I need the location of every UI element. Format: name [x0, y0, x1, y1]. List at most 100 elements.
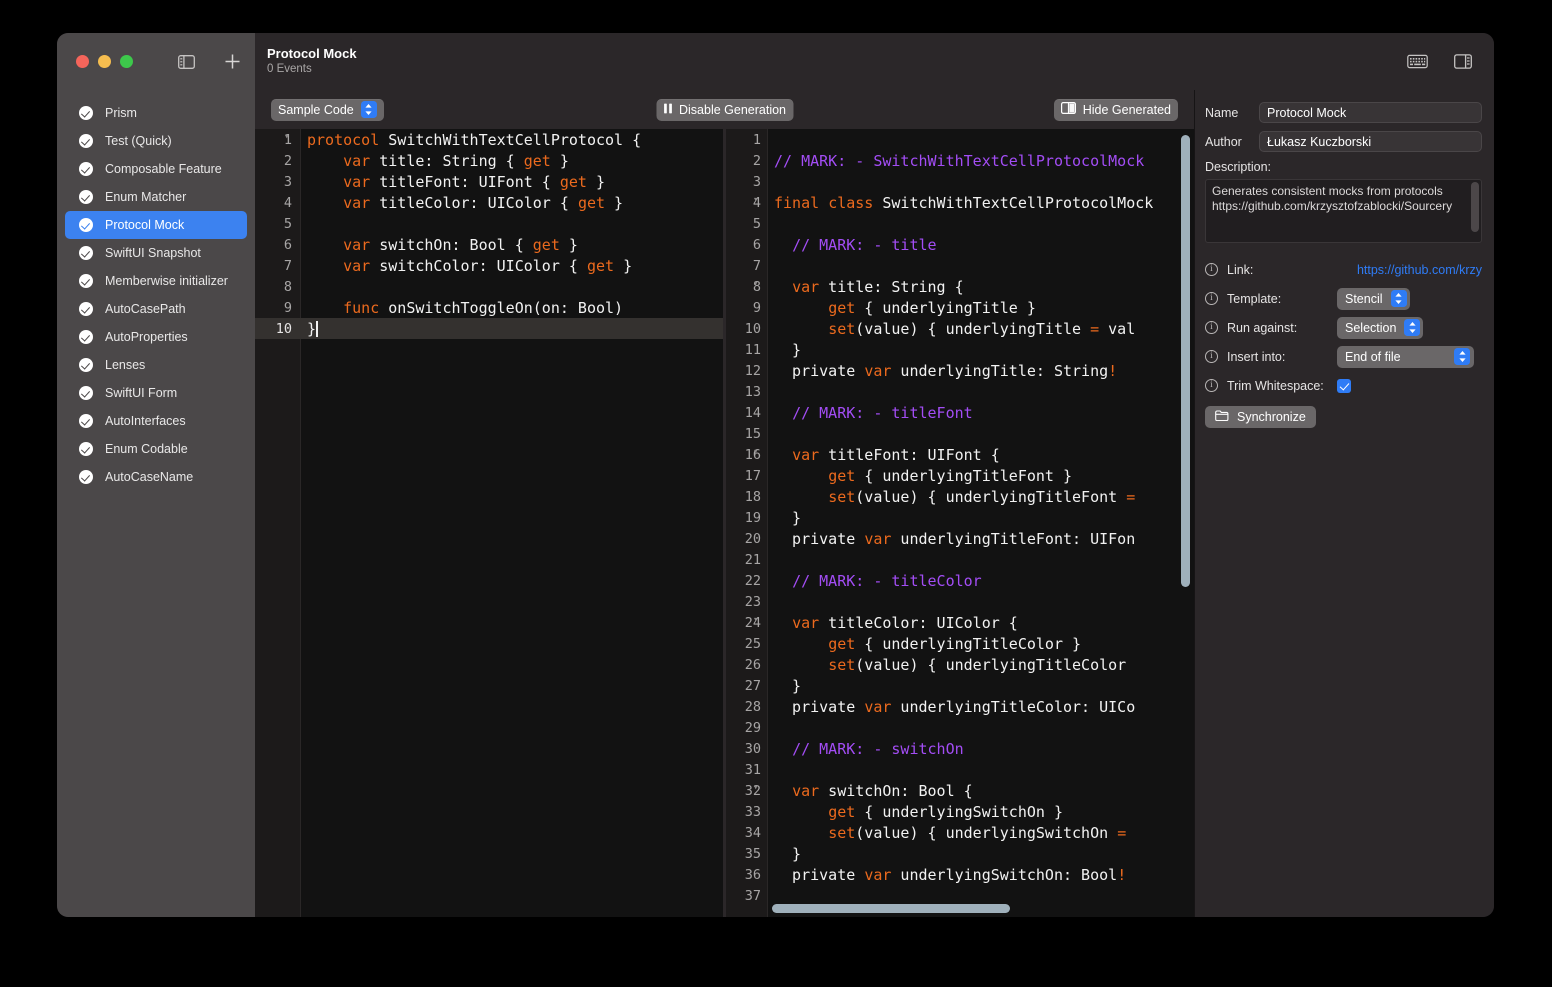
code-line: 3 [726, 171, 1194, 192]
generated-code-area[interactable]: 1 2// MARK: - SwitchWithTextCellProtocolM… [726, 129, 1194, 917]
line-number: 12 [744, 362, 761, 379]
code-text: private var underlyingSwitchOn: Bool! [774, 865, 1127, 884]
name-input[interactable] [1259, 102, 1482, 123]
sidebar-toggle-icon[interactable] [175, 51, 197, 73]
description-textarea[interactable]: Generates consistent mocks from protocol… [1205, 179, 1482, 243]
titlebar-right-icons [1406, 51, 1474, 73]
sample-code-popup[interactable]: Sample Code [271, 98, 384, 121]
line-number: 2 [752, 152, 761, 169]
code-line: 28 private var underlyingTitleColor: UIC… [726, 696, 1194, 717]
insert-into-row: i Insert into: End of file [1205, 342, 1482, 371]
sidebar-item-enum-matcher[interactable]: Enum Matcher [65, 183, 247, 211]
code-line: 33 get { underlyingSwitchOn } [726, 801, 1194, 822]
generated-horizontal-scrollbar[interactable] [772, 904, 1010, 913]
info-circle-icon[interactable]: i [1205, 350, 1218, 363]
keyboard-icon[interactable] [1406, 51, 1428, 73]
code-text: // MARK: - title [792, 235, 937, 254]
line-number: 6 [283, 236, 292, 253]
fold-arrow-icon[interactable]: ▾ [753, 783, 758, 793]
line-number: 1 [752, 131, 761, 148]
sidebar-item-protocol-mock[interactable]: Protocol Mock [65, 211, 247, 239]
code-line: 35 } [726, 843, 1194, 864]
code-text: set(value) { underlyingTitleFont = [828, 487, 1136, 506]
fold-arrow-icon[interactable]: ▾ [284, 132, 289, 142]
check-icon [79, 190, 93, 204]
info-circle-icon[interactable]: i [1205, 263, 1218, 276]
generated-vertical-scrollbar[interactable] [1181, 135, 1190, 587]
trim-whitespace-checkbox[interactable] [1337, 378, 1351, 393]
template-value: Stencil [1345, 291, 1383, 306]
fold-arrow-icon[interactable]: ▾ [753, 615, 758, 625]
sidebar-item-autointerfaces[interactable]: AutoInterfaces [65, 407, 247, 435]
sidebar-item-lenses[interactable]: Lenses [65, 351, 247, 379]
code-line: 12 private var underlyingTitle: String! [726, 360, 1194, 381]
code-text: var switchOn: Bool { get } [343, 235, 578, 254]
sidebar-item-swiftui-form[interactable]: SwiftUI Form [65, 379, 247, 407]
inspector-toggle-icon[interactable] [1452, 51, 1474, 73]
sidebar-item-prism[interactable]: Prism [65, 99, 247, 127]
insert-into-select[interactable]: End of file [1337, 345, 1474, 368]
author-row: Author [1205, 131, 1482, 152]
check-icon [79, 386, 93, 400]
sidebar-item-autocasename[interactable]: AutoCaseName [65, 463, 247, 491]
check-icon [79, 162, 93, 176]
sidebar-item-composable-feature[interactable]: Composable Feature [65, 155, 247, 183]
close-button[interactable] [76, 55, 89, 68]
plus-icon[interactable] [221, 51, 243, 73]
run-against-select[interactable]: Selection [1337, 316, 1424, 339]
disable-generation-button[interactable]: Disable Generation [655, 98, 794, 121]
code-text: protocol SwitchWithTextCellProtocol { [307, 130, 642, 149]
source-code-editor[interactable]: 1 ▾ protocol SwitchWithTextCellProtocol {2… [255, 129, 726, 917]
line-number: 24 ▾ [744, 614, 761, 631]
source-code-area[interactable]: 1 ▾ protocol SwitchWithTextCellProtocol {2… [255, 129, 723, 917]
template-row: i Template: Stencil [1205, 284, 1482, 313]
sidebar-item-swiftui-snapshot[interactable]: SwiftUI Snapshot [65, 239, 247, 267]
sidebar-item-autocasepath[interactable]: AutoCasePath [65, 295, 247, 323]
sidebar-item-test-quick[interactable]: Test (Quick) [65, 127, 247, 155]
hide-generated-button[interactable]: Hide Generated [1053, 98, 1178, 121]
code-text: var switchOn: Bool { [792, 781, 973, 800]
info-circle-icon[interactable]: i [1205, 321, 1218, 334]
code-line: 3 var titleFont: UIFont { get } [255, 171, 723, 192]
fold-arrow-icon[interactable]: ▾ [753, 195, 758, 205]
code-line: 37 [726, 885, 1194, 906]
code-text: set(value) { underlyingSwitchOn = [828, 823, 1127, 842]
code-text: var title: String { get } [343, 151, 569, 170]
code-line: 23 [726, 591, 1194, 612]
code-line: 25 get { underlyingTitleColor } [726, 633, 1194, 654]
zoom-button[interactable] [120, 55, 133, 68]
code-line: 1 ▾ protocol SwitchWithTextCellProtocol { [255, 129, 723, 150]
code-text: get { underlyingTitle } [828, 298, 1036, 317]
sidebar-item-enum-codable[interactable]: Enum Codable [65, 435, 247, 463]
sidebar-item-label: SwiftUI Snapshot [105, 246, 201, 260]
insert-into-label: Insert into: [1227, 349, 1286, 364]
code-line: 7 var switchColor: UIColor { get } [255, 255, 723, 276]
template-select[interactable]: Stencil [1337, 287, 1410, 310]
panel-split-icon [1060, 102, 1076, 117]
code-line: 2 // MARK: - SwitchWithTextCellProtocolMo… [726, 150, 1194, 171]
minimize-button[interactable] [98, 55, 111, 68]
fold-arrow-icon[interactable]: ▾ [753, 447, 758, 457]
fold-arrow-icon[interactable]: ▾ [753, 279, 758, 289]
window-controls [76, 55, 133, 68]
line-number: 34 [744, 824, 761, 841]
sidebar-item-label: Enum Codable [105, 442, 188, 456]
check-icon [79, 358, 93, 372]
code-text: get { underlyingTitleFont } [828, 466, 1073, 485]
code-line: 1 [726, 129, 1194, 150]
info-circle-icon[interactable]: i [1205, 292, 1218, 305]
line-number: 31 [744, 761, 761, 778]
chevron-updown-icon [360, 101, 377, 118]
line-number: 1 ▾ [283, 131, 292, 148]
author-input[interactable] [1259, 131, 1482, 152]
synchronize-button[interactable]: Synchronize [1205, 406, 1316, 428]
link-value[interactable]: https://github.com/krzy [1357, 263, 1482, 277]
generated-code-editor[interactable]: 1 2// MARK: - SwitchWithTextCellProtocolM… [726, 129, 1194, 917]
code-text: // MARK: - titleColor [792, 571, 982, 590]
line-number: 29 [744, 719, 761, 736]
code-text: } [774, 340, 802, 359]
sidebar-item-memberwise-initializer[interactable]: Memberwise initializer [65, 267, 247, 295]
description-scrollbar[interactable] [1471, 182, 1479, 232]
sidebar-item-autoproperties[interactable]: AutoProperties [65, 323, 247, 351]
info-circle-icon[interactable]: i [1205, 379, 1218, 392]
